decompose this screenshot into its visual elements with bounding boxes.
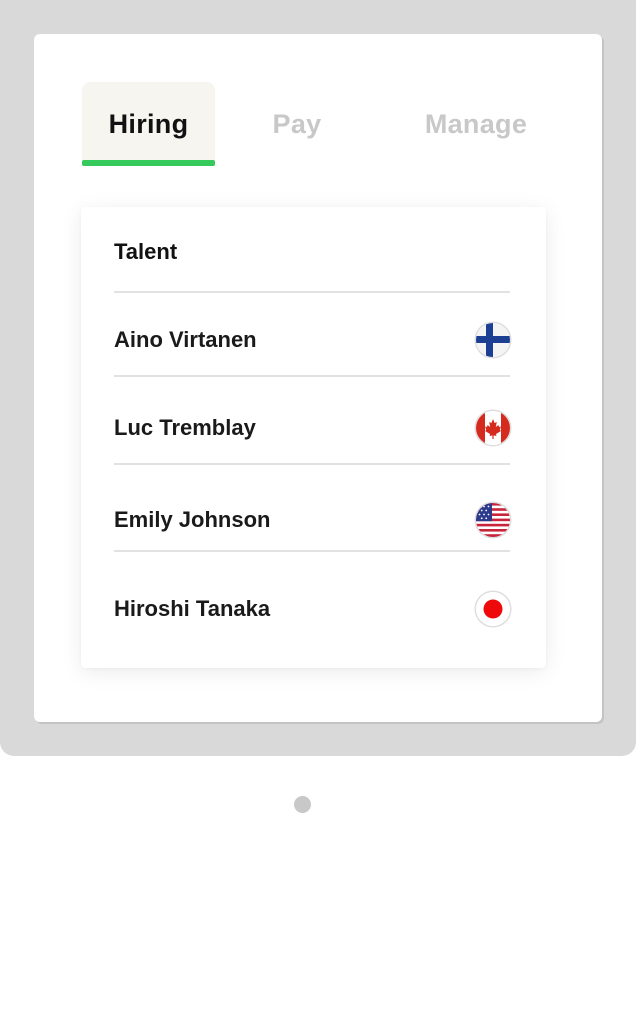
talent-name: Hiroshi Tanaka (114, 596, 271, 621)
device-frame: Hiring Pay Manage Talent Aino Virtanen L… (0, 0, 636, 756)
japan-flag-icon (476, 592, 510, 626)
talent-card: Talent Aino Virtanen Luc Tremblay Emily … (81, 207, 546, 668)
device-screen: Hiring Pay Manage Talent Aino Virtanen L… (34, 34, 602, 722)
pager-dot[interactable] (294, 796, 311, 813)
finland-flag-icon (476, 323, 510, 357)
talent-name: Aino Virtanen (114, 327, 257, 352)
divider (114, 375, 510, 377)
talent-name: Luc Tremblay (114, 415, 256, 440)
list-item[interactable]: Luc Tremblay (114, 408, 510, 448)
divider (114, 463, 510, 465)
usa-flag-icon (476, 503, 510, 537)
list-item[interactable]: Hiroshi Tanaka (114, 589, 510, 629)
tab-bar: Hiring Pay Manage (82, 82, 552, 166)
card-title: Talent (114, 239, 178, 264)
canada-flag-icon (476, 411, 510, 445)
list-item[interactable]: Aino Virtanen (114, 320, 510, 360)
talent-name: Emily Johnson (114, 507, 271, 532)
tab-pay[interactable]: Pay (255, 82, 339, 166)
divider (114, 291, 510, 293)
list-item[interactable]: Emily Johnson (114, 500, 510, 540)
divider (114, 550, 510, 552)
tab-hiring[interactable]: Hiring (82, 82, 215, 166)
tab-manage[interactable]: Manage (400, 82, 552, 166)
